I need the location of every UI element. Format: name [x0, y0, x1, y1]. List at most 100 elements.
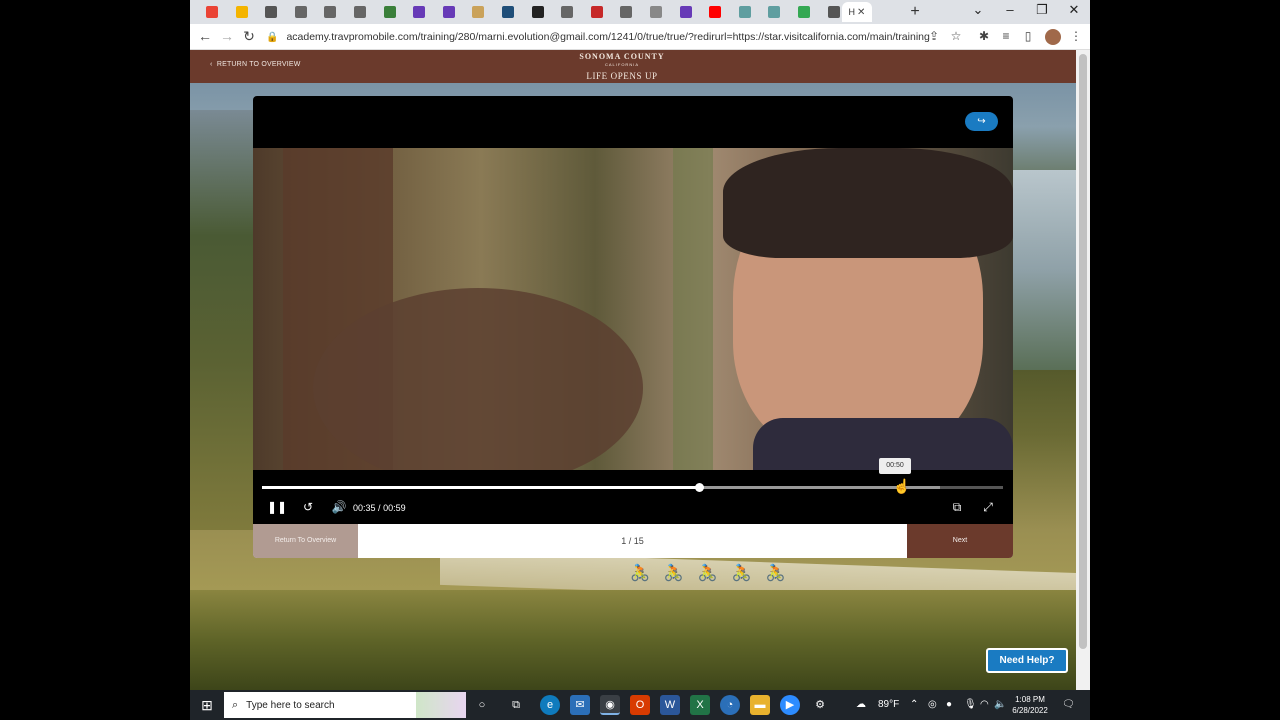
settings-gear-icon[interactable]: ⚙ [810, 695, 830, 715]
share-button[interactable]: ↪ [965, 112, 998, 131]
app-icon[interactable]: ◔ [720, 695, 740, 715]
return-to-overview-link[interactable]: ‹ RETURN TO OVERVIEW [210, 61, 301, 68]
seek-handle[interactable] [695, 483, 705, 492]
browser-tab[interactable] [612, 2, 640, 22]
browser-tab[interactable] [316, 2, 344, 22]
browser-tab[interactable] [553, 2, 581, 22]
maximize-button[interactable]: ❐ [1032, 2, 1052, 18]
zoom-icon[interactable]: ▶ [780, 695, 800, 715]
forms-icon [442, 6, 455, 18]
web-icon [531, 6, 544, 18]
bookmark-star-icon[interactable]: ☆ [948, 29, 964, 43]
taskbar-search-placeholder: Type here to search [246, 699, 335, 711]
browser-tab[interactable] [760, 2, 788, 22]
extensions-icon[interactable]: ✱ [976, 29, 992, 43]
minimize-button[interactable]: – [1000, 2, 1020, 17]
excel-icon[interactable]: X [690, 695, 710, 715]
browser-tab[interactable] [346, 2, 374, 22]
back-button[interactable]: ← [196, 28, 214, 44]
page-scrollbar[interactable] [1076, 50, 1090, 690]
browser-tab[interactable] [672, 2, 700, 22]
browser-menu-icon[interactable]: ⋮ [1068, 29, 1084, 43]
return-to-overview-button[interactable]: Return To Overview [253, 524, 358, 558]
reload-button[interactable]: ↻ [240, 28, 258, 45]
seek-bar[interactable] [262, 486, 1003, 489]
duration: 00:59 [383, 503, 406, 513]
brand-tagline: LIFE OPENS UP [586, 71, 658, 81]
youtube-icon [709, 6, 722, 18]
weather-icon[interactable]: ☁ [856, 699, 866, 710]
forward-button[interactable]: → [218, 28, 236, 44]
browser-tab[interactable] [731, 2, 759, 22]
browser-tab[interactable] [435, 2, 463, 22]
page-content: 🚴🚴🚴🚴🚴 ‹ RETURN TO OVERVIEW SONOMA COUNTY… [190, 50, 1076, 690]
edge-icon[interactable]: e [540, 695, 560, 715]
globe-icon [354, 6, 366, 18]
next-button[interactable]: Next [907, 524, 1013, 558]
globe-icon [294, 6, 307, 18]
side-panel-icon[interactable]: ▯ [1020, 29, 1036, 43]
reading-list-icon[interactable]: ≡ [998, 29, 1014, 43]
office-icon[interactable]: O [630, 695, 650, 715]
browser-tab[interactable] [494, 2, 522, 22]
browser-tab[interactable] [257, 2, 285, 22]
browser-tab[interactable] [198, 2, 226, 22]
close-tab-icon[interactable]: ✕ [857, 7, 865, 18]
search-icon: ⌕ [232, 698, 239, 711]
microphone-icon[interactable]: 🎙 [964, 699, 977, 710]
scrollbar-thumb[interactable] [1079, 54, 1087, 649]
browser-tab[interactable] [464, 2, 492, 22]
site-header: ‹ RETURN TO OVERVIEW SONOMA COUNTY CALIF… [190, 50, 1076, 83]
pause-icon[interactable]: ❚❚ [267, 500, 287, 514]
url-text: academy.travpromobile.com/training/280/m… [286, 31, 930, 43]
url-bar[interactable]: 🔒 academy.travpromobile.com/training/280… [266, 27, 966, 47]
taskbar-clock[interactable]: 1:08 PM 6/28/2022 [1008, 694, 1052, 716]
page-indicator: 1 / 15 [621, 536, 644, 546]
notifications-icon[interactable]: 🗨 [1062, 699, 1075, 710]
profile-avatar[interactable] [1045, 29, 1061, 45]
mail-icon[interactable]: ✉ [570, 695, 590, 715]
browser-tab[interactable] [524, 2, 552, 22]
tray-app-icon[interactable]: ◎ [928, 699, 937, 710]
word-icon[interactable]: W [660, 695, 680, 715]
cortana-icon[interactable]: ○ [472, 695, 492, 715]
mouse-cursor-icon: ☝ [893, 478, 911, 494]
new-tab-button[interactable]: + [906, 3, 924, 21]
volume-icon[interactable]: 🔊 [329, 500, 349, 514]
chrome-icon[interactable]: ◉ [600, 695, 620, 715]
rewind-10-icon[interactable]: ↺ [298, 500, 318, 514]
browser-tab[interactable] [405, 2, 433, 22]
forms-icon [413, 6, 426, 18]
file-explorer-icon[interactable]: ▬ [750, 695, 770, 715]
web-icon [502, 6, 514, 18]
globe-icon [561, 6, 574, 18]
picture-in-picture-icon[interactable]: ⧉ [947, 500, 967, 515]
need-help-button[interactable]: Need Help? [986, 648, 1068, 673]
browser-tab[interactable] [820, 2, 848, 22]
tab-search-icon[interactable]: ⌄ [968, 2, 988, 18]
fullscreen-icon[interactable]: ⤢ [978, 500, 998, 515]
browser-tab[interactable] [701, 2, 729, 22]
browser-tab[interactable] [287, 2, 315, 22]
speaker-icon[interactable]: 🔈 [994, 699, 1006, 710]
browser-tab[interactable] [376, 2, 404, 22]
tray-app-icon[interactable]: ● [946, 699, 952, 710]
background-ocean [1010, 170, 1076, 370]
windows-start-icon[interactable]: ⊞ [190, 690, 224, 720]
browser-tab[interactable] [228, 2, 256, 22]
seek-hover-time: 00:50 [879, 458, 911, 474]
share-icon: ↪ [977, 116, 986, 127]
share-page-icon[interactable]: ⇪ [926, 29, 942, 43]
clock-time: 1:08 PM [1015, 695, 1045, 704]
tray-chevron-icon[interactable]: ⌃ [910, 699, 918, 710]
wifi-icon[interactable]: ◠ [980, 699, 989, 710]
screen: H ✕ + ⌄ – ❐ ✕ ← → ↻ 🔒 academy.travpromob… [0, 0, 1280, 720]
video-frame[interactable] [253, 148, 1013, 470]
browser-tab[interactable] [583, 2, 611, 22]
browser-window: H ✕ + ⌄ – ❐ ✕ ← → ↻ 🔒 academy.travpromob… [190, 0, 1090, 690]
browser-tab[interactable] [790, 2, 818, 22]
task-view-icon[interactable]: ⧉ [506, 695, 526, 715]
close-window-button[interactable]: ✕ [1064, 2, 1084, 18]
browser-tab[interactable] [642, 2, 670, 22]
taskbar-search-box[interactable]: ⌕ Type here to search [224, 692, 466, 718]
